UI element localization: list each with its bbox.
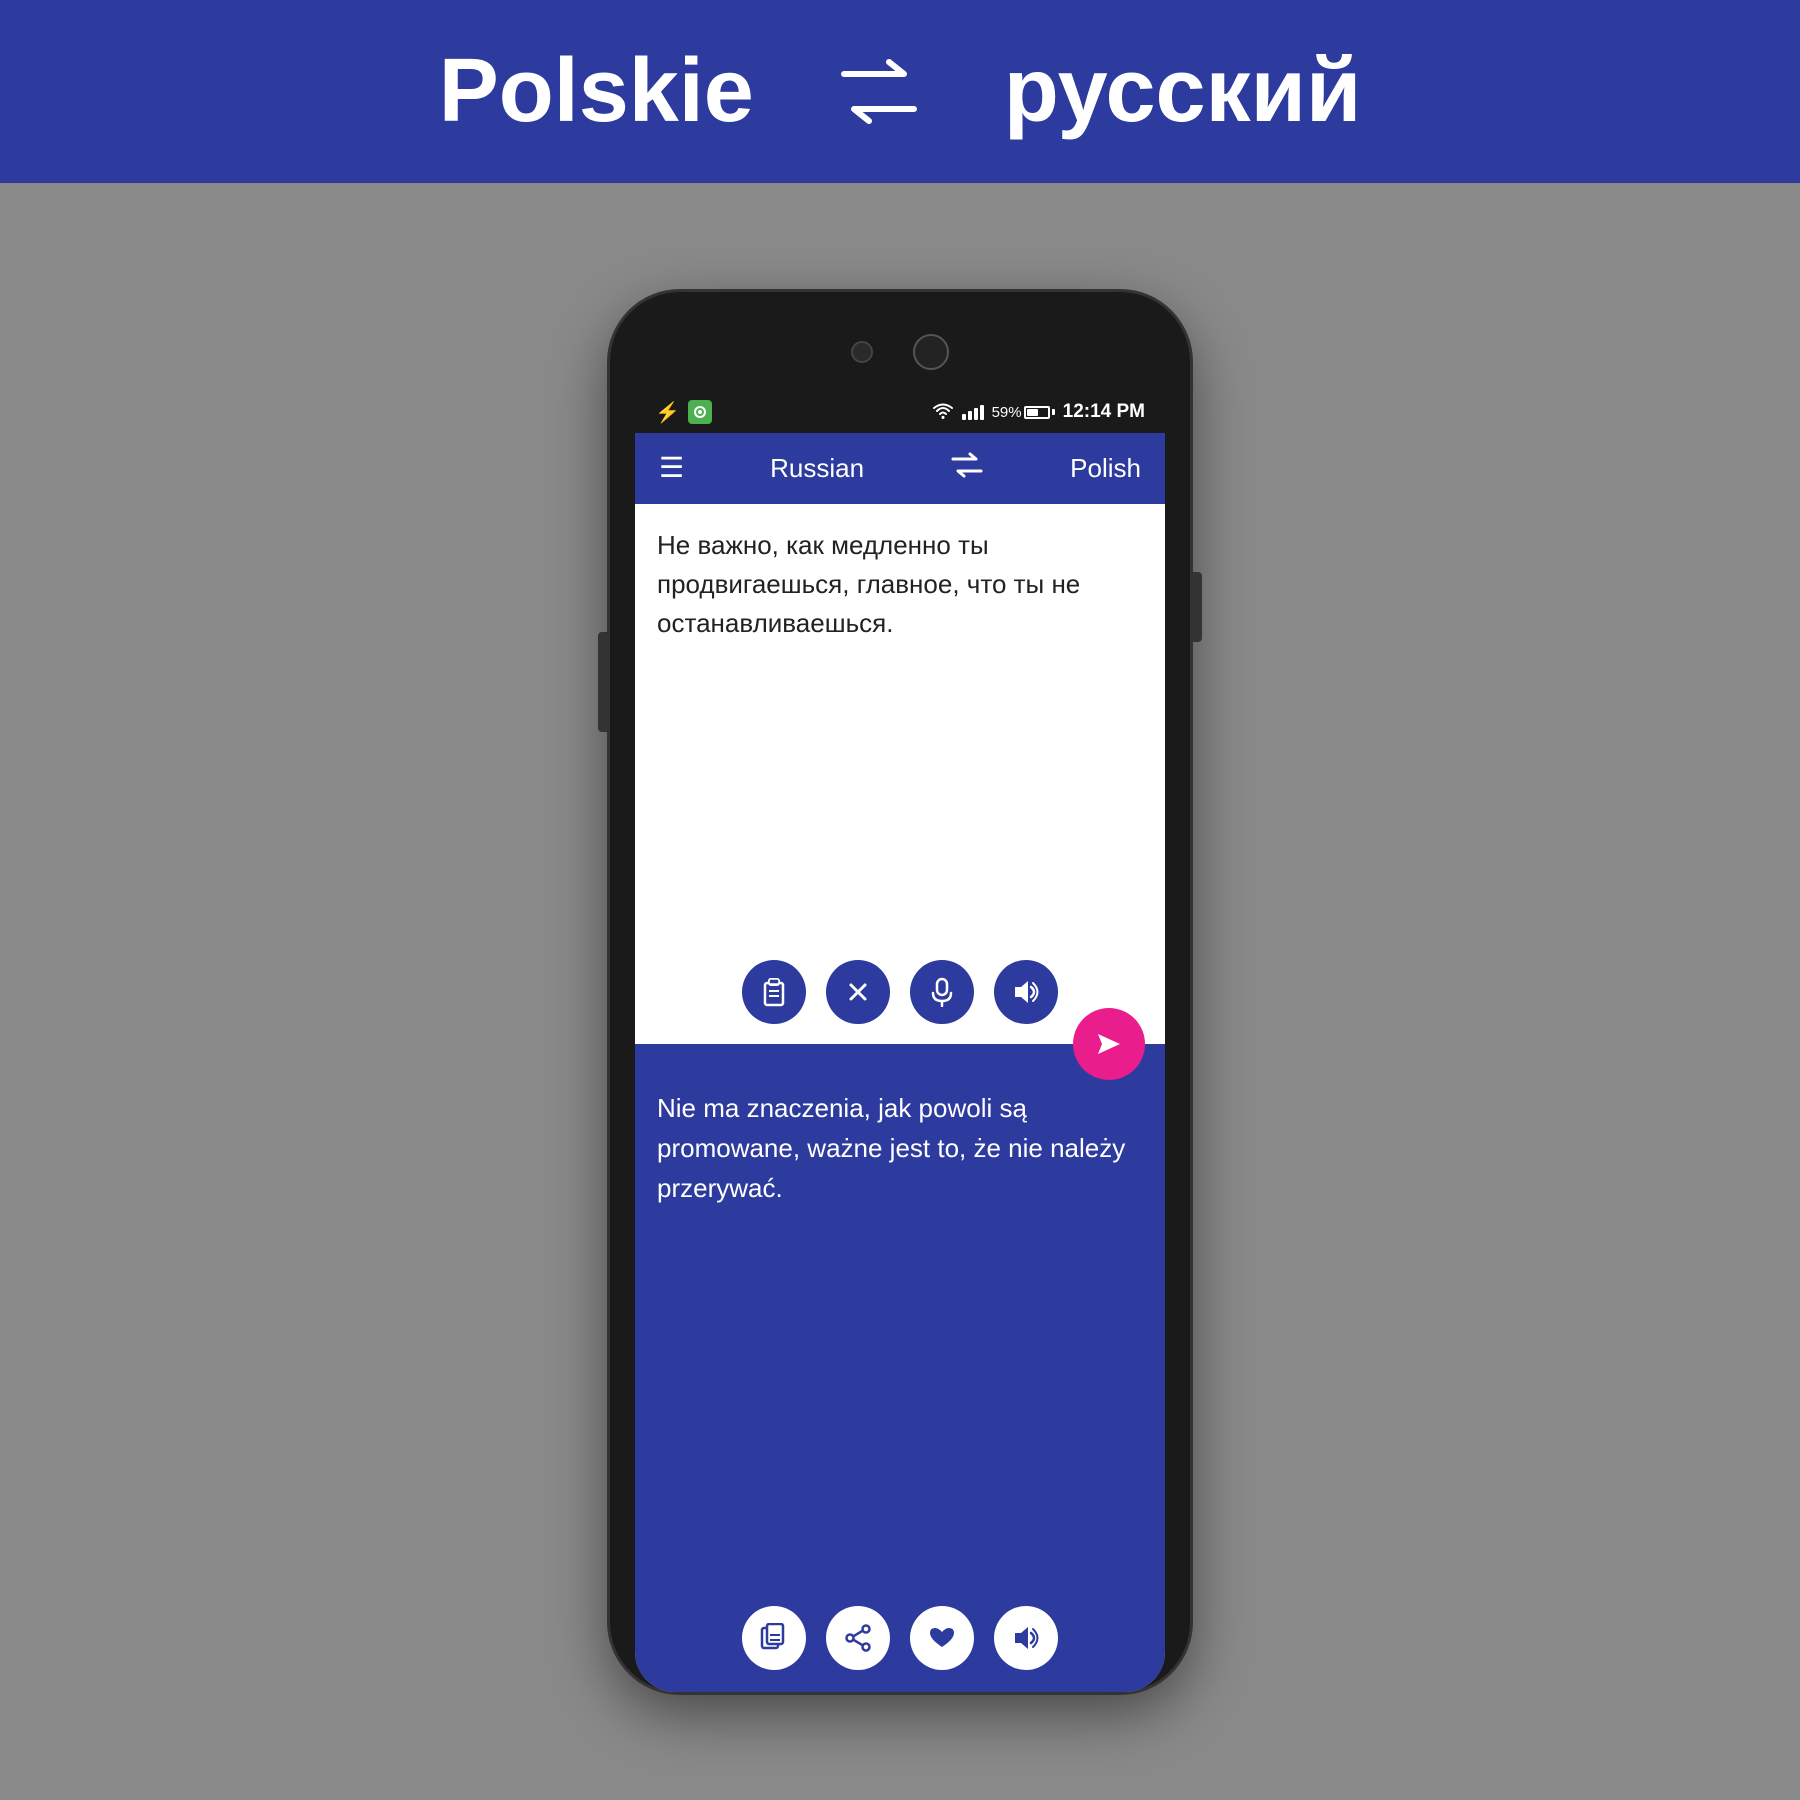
banner-source-lang[interactable]: Polskie <box>439 40 754 143</box>
output-panel: Nie ma znaczenia, jak powoli są promowan… <box>635 1044 1165 1692</box>
clear-button[interactable] <box>826 960 890 1024</box>
send-translate-button[interactable] <box>1073 1008 1145 1080</box>
usb-icon: ⚡ <box>655 400 680 425</box>
favorite-button[interactable] <box>910 1606 974 1670</box>
status-right-icons: 59% 12:14 PM <box>932 401 1145 423</box>
speak-translation-button[interactable] <box>994 1606 1058 1670</box>
share-button[interactable] <box>826 1606 890 1670</box>
wifi-icon <box>932 403 954 421</box>
copy-translation-button[interactable] <box>742 1606 806 1670</box>
microphone-button[interactable] <box>910 960 974 1024</box>
app-header: ☰ Russian Polish <box>635 433 1165 504</box>
battery-indicator: 59% <box>992 404 1055 421</box>
phone-shell: ⚡ <box>610 292 1190 1692</box>
front-camera <box>913 334 949 370</box>
source-text[interactable]: Не важно, как медленно ты продвигаешься,… <box>635 504 1165 944</box>
app-icon-green <box>688 400 712 424</box>
phone-area: ⚡ <box>0 183 1800 1800</box>
signal-icon <box>962 405 984 420</box>
banner-target-lang[interactable]: русский <box>1004 40 1361 143</box>
status-time: 12:14 PM <box>1063 401 1145 423</box>
source-language-label[interactable]: Russian <box>770 453 864 484</box>
status-bar: ⚡ <box>635 392 1165 433</box>
phone-top <box>610 292 1190 392</box>
battery-percent: 59% <box>992 404 1022 421</box>
translated-text: Nie ma znaczenia, jak powoli są promowan… <box>635 1044 1165 1590</box>
speak-source-button[interactable] <box>994 960 1058 1024</box>
top-banner: Polskie русский <box>0 0 1800 183</box>
input-panel: Не важно, как медленно ты продвигаешься,… <box>635 504 1165 1044</box>
swap-languages-button[interactable] <box>950 451 984 486</box>
phone-screen: ⚡ <box>635 392 1165 1692</box>
volume-button[interactable] <box>598 632 608 732</box>
hamburger-menu[interactable]: ☰ <box>659 454 684 482</box>
power-button[interactable] <box>1192 572 1202 642</box>
front-sensor <box>851 341 873 363</box>
status-left-icons: ⚡ <box>655 400 712 425</box>
output-action-buttons <box>635 1590 1165 1692</box>
target-language-label[interactable]: Polish <box>1070 453 1141 484</box>
clipboard-button[interactable] <box>742 960 806 1024</box>
banner-swap-icon[interactable] <box>834 54 924 129</box>
